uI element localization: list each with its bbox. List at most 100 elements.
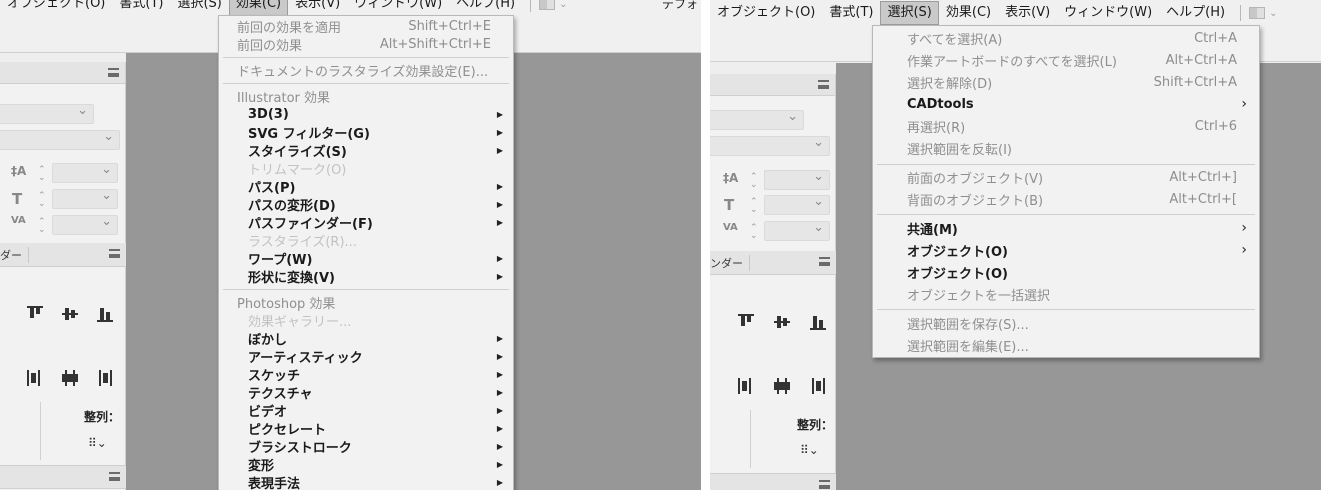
align-bottom-icon[interactable] [810,314,826,330]
menu-item-1[interactable]: 選択範囲を編集(E)... [873,336,1259,355]
menu-select[interactable]: 選択(S) [170,0,228,16]
panel-tab[interactable]: ンダー [710,255,750,271]
tracking-field[interactable] [52,214,118,235]
menu-item-0[interactable]: 3D(3) ▶ [219,105,513,123]
menu-window[interactable]: ウィンドウ(W) [347,0,449,16]
panel-menu-icon[interactable] [819,257,830,266]
panel-menu-icon[interactable] [108,68,119,77]
menu-item-5[interactable]: パスの変形(D) ▶ [219,195,513,214]
align-to-selection-icon[interactable]: ⠿⌄ [88,436,107,450]
font-style-select[interactable] [0,129,120,150]
panel-menu-icon[interactable] [818,80,829,89]
stepper-icon[interactable]: ⌃ ⌄ [38,166,46,183]
workspace-switcher[interactable]: ⌄ [1249,7,1277,19]
menu-item-4[interactable]: 再選択(R) Ctrl+6 [873,117,1259,136]
menu-item-7[interactable]: ラスタライズ(R)... [219,231,513,250]
align-top-icon[interactable] [27,306,43,322]
align-vcenter-icon[interactable] [62,306,78,322]
menu-item-2[interactable]: スタイライズ(S) ▶ [219,141,513,160]
menu-separator [877,164,1255,165]
menu-help[interactable]: ヘルプ(H) [1159,1,1232,25]
menu-object[interactable]: オブジェクト(O) [710,1,822,25]
menu-item-label: 背面のオブジェクト(B) [907,193,1044,209]
menu-item-2[interactable]: オブジェクト(O) [873,263,1259,282]
menu-item-0[interactable]: 効果ギャラリー... [219,311,513,330]
distribute-center-icon[interactable] [774,378,790,394]
distribute-center-icon[interactable] [62,370,78,386]
menu-item-1[interactable]: オブジェクト(O) › [873,241,1259,260]
menu-effect[interactable]: 効果(C) [228,0,289,16]
distribute-left-icon[interactable] [738,378,754,394]
menu-help[interactable]: ヘルプ(H) [449,0,522,16]
menu-object[interactable]: オブジェクト(O) [0,0,112,16]
menu-item-label: 表現手法 [248,476,301,490]
stepper-icon[interactable]: ⌃ ⌄ [750,224,758,241]
vertical-scale-field[interactable] [764,194,830,215]
panel-tab[interactable]: ダー [0,247,29,263]
distribute-right-icon[interactable] [810,378,826,394]
menu-item-3[interactable]: オブジェクトを一括選択 [873,285,1259,304]
align-vcenter-icon[interactable] [774,314,790,330]
menu-item-1[interactable]: 作業アートボードのすべてを選択(L) Alt+Ctrl+A [873,51,1259,70]
menu-item-1[interactable]: SVG フィルター(G) ▶ [219,123,513,142]
menu-item-4[interactable]: パス(P) ▶ [219,177,513,196]
panel-menu-icon[interactable] [109,472,120,481]
menu-item-raster-settings[interactable]: ドキュメントのラスタライズ効果設定(E)... [219,61,513,80]
stepper-icon[interactable]: ⌃ ⌄ [38,218,46,235]
font-family-select[interactable] [0,103,94,124]
stepper-icon[interactable]: ⌃ ⌄ [38,192,46,209]
menu-item-8[interactable]: ワープ(W) ▶ [219,249,513,268]
vertical-scale-field[interactable] [52,188,118,209]
stepper-icon[interactable]: ⌃ ⌄ [750,198,758,215]
menu-item-apply-last-effect[interactable]: 前回の効果を適用 Shift+Ctrl+E [219,17,513,36]
font-family-select[interactable] [710,109,804,130]
menu-type[interactable]: 書式(T) [822,1,880,25]
panel-menu-icon[interactable] [819,480,830,489]
menu-item-1[interactable]: 背面のオブジェクト(B) Alt+Ctrl+[ [873,190,1259,209]
menu-item-2[interactable]: 選択を解除(D) Shift+Ctrl+A [873,73,1259,92]
menu-item-6[interactable]: ピクセレート ▶ [219,419,513,438]
align-bottom-icon[interactable] [97,306,113,322]
menu-item-0[interactable]: 前面のオブジェクト(V) Alt+Ctrl+] [873,168,1259,187]
workspace-switcher[interactable]: ⌄ [539,0,567,10]
menu-item-5[interactable]: ビデオ ▶ [219,401,513,420]
leading-field[interactable] [764,169,830,190]
menu-item-0[interactable]: 共通(M) › [873,219,1259,238]
menu-item-5[interactable]: 選択範囲を反転(I) [873,139,1259,158]
menu-item-2[interactable]: アーティスティック ▶ [219,347,513,366]
font-style-select[interactable] [710,135,830,156]
menu-view[interactable]: 表示(V) [288,0,347,16]
menu-item-4[interactable]: テクスチャ ▶ [219,383,513,402]
menu-item-9[interactable]: 表現手法 ▶ [219,473,513,490]
panel-tab-row: ンダー [710,251,836,275]
menu-item-0[interactable]: すべてを選択(A) Ctrl+A [873,29,1259,48]
vertical-scale-icon: T [724,196,735,214]
distribute-right-icon[interactable] [97,370,113,386]
align-top-icon[interactable] [738,314,754,330]
menu-item-1[interactable]: ぼかし ▶ [219,329,513,348]
submenu-arrow-icon: ▶ [496,109,503,119]
menu-effect[interactable]: 効果(C) [939,1,998,25]
menu-item-8[interactable]: 変形 ▶ [219,455,513,474]
menu-item-3[interactable]: CADtools › [873,95,1259,113]
menu-item-7[interactable]: ブラシストローク ▶ [219,437,513,456]
panel-menu-icon[interactable] [109,249,120,258]
menu-item-0[interactable]: 選択範囲を保存(S)... [873,314,1259,333]
stepper-icon[interactable]: ⌃ ⌄ [750,173,758,190]
menu-item-6[interactable]: パスファインダー(F) ▶ [219,213,513,232]
tracking-field[interactable] [764,220,830,241]
menu-item-last-effect[interactable]: 前回の効果 Alt+Shift+Ctrl+E [219,35,513,54]
menu-item-9[interactable]: 形状に変換(V) ▶ [219,267,513,286]
menu-view[interactable]: 表示(V) [998,1,1057,25]
properties-panel: ‡A ⌃⌄ T ⌃⌄ VA ⌃⌄ ダー 整列： ⠿⌄ [0,62,126,490]
leading-field[interactable] [52,162,118,183]
workspace-label[interactable]: デフォ [655,0,701,16]
menu-item-3[interactable]: トリムマーク(O) [219,159,513,178]
menu-item-3[interactable]: スケッチ ▶ [219,365,513,384]
menu-item-label: ドキュメントのラスタライズ効果設定(E)... [237,64,489,80]
menu-window[interactable]: ウィンドウ(W) [1057,1,1159,25]
distribute-left-icon[interactable] [27,370,43,386]
menu-type[interactable]: 書式(T) [112,0,170,16]
align-to-selection-icon[interactable]: ⠿⌄ [800,443,819,457]
menu-select[interactable]: 選択(S) [880,1,939,25]
